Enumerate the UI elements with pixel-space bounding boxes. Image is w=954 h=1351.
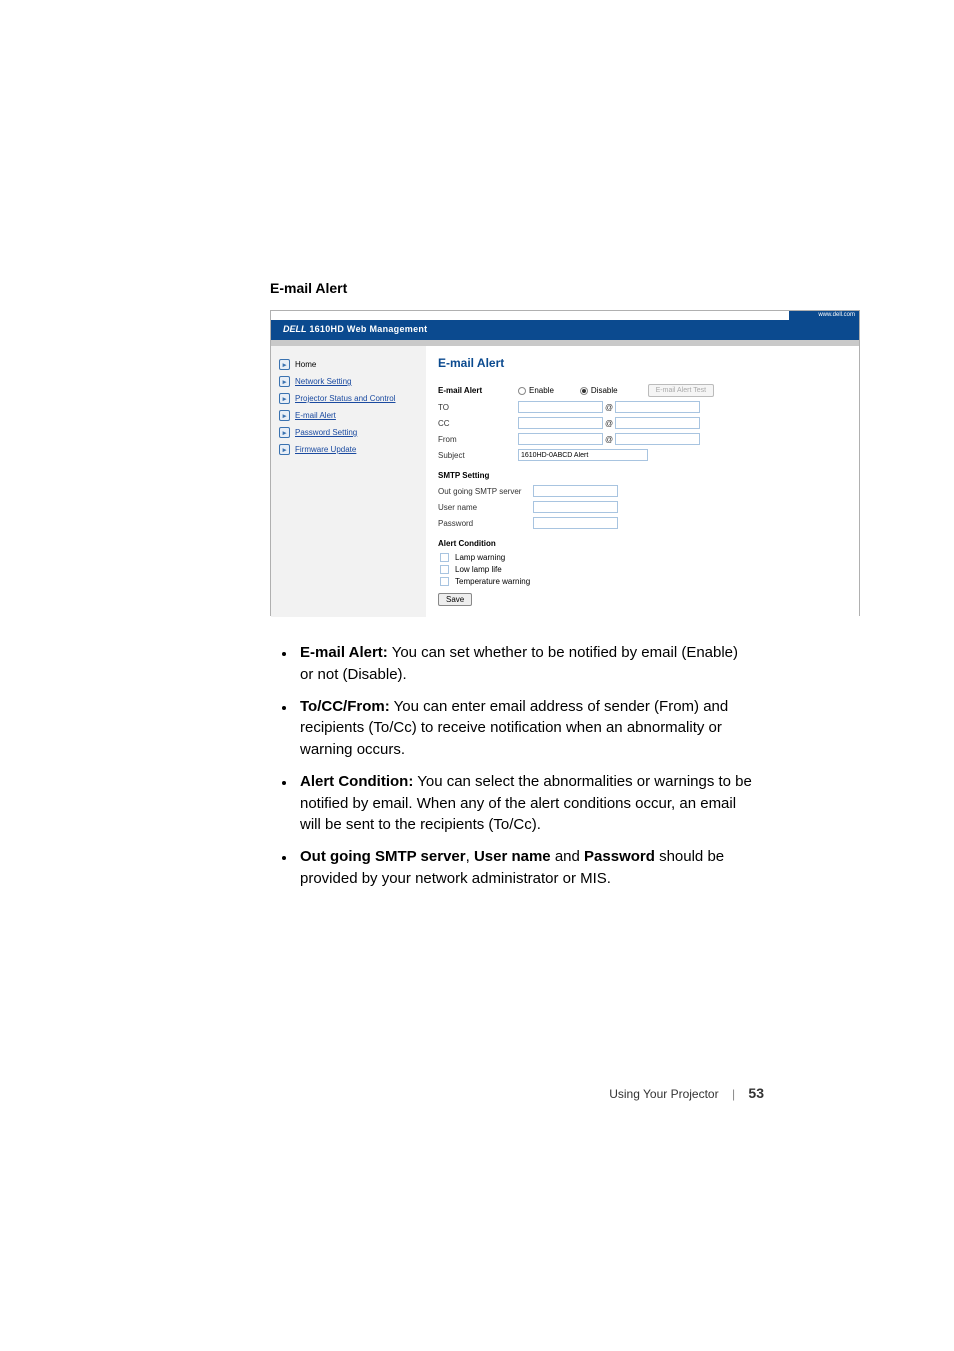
nav-password-setting[interactable]: ▸ Password Setting <box>277 424 420 441</box>
subject-label: Subject <box>438 451 518 460</box>
nav-label: Projector Status and Control <box>295 394 396 403</box>
from-label: From <box>438 435 518 444</box>
disable-label: Disable <box>591 386 618 395</box>
arrow-icon: ▸ <box>279 427 290 438</box>
to-local-input[interactable] <box>518 401 603 413</box>
nav-label: Password Setting <box>295 428 357 437</box>
footer-label: Using Your Projector <box>609 1087 718 1101</box>
header-bar: DELL 1610HD Web Management <box>271 320 859 340</box>
page-footer: Using Your Projector | 53 <box>609 1085 764 1101</box>
page-number: 53 <box>748 1085 764 1101</box>
lamp-warning-checkbox[interactable] <box>440 553 449 562</box>
bullet-bold: Out going SMTP server <box>300 848 466 865</box>
content-panel: E-mail Alert E-mail Alert Enable Disable <box>426 346 859 617</box>
bullet-item: Out going SMTP server, User name and Pas… <box>296 846 754 890</box>
smtp-server-input[interactable] <box>533 485 618 497</box>
bullet-bold: User name <box>474 848 551 865</box>
bullet-item: E-mail Alert: You can set whether to be … <box>296 642 754 686</box>
cc-local-input[interactable] <box>518 417 603 429</box>
arrow-icon: ▸ <box>279 376 290 387</box>
temperature-warning-checkbox[interactable] <box>440 577 449 586</box>
password-input[interactable] <box>533 517 618 529</box>
section-title: E-mail Alert <box>270 280 754 296</box>
alert-condition-heading: Alert Condition <box>438 539 847 548</box>
email-alert-label: E-mail Alert <box>438 386 518 395</box>
temperature-warning-label: Temperature warning <box>455 577 530 586</box>
arrow-icon: ▸ <box>279 410 290 421</box>
cc-domain-input[interactable] <box>615 417 700 429</box>
to-domain-input[interactable] <box>615 401 700 413</box>
password-label: Password <box>438 519 533 528</box>
bullet-text: and <box>551 848 584 865</box>
nav-home[interactable]: ▸ Home <box>277 356 420 373</box>
bullet-bold: To/CC/From: <box>300 698 390 715</box>
arrow-icon: ▸ <box>279 393 290 404</box>
username-input[interactable] <box>533 501 618 513</box>
at-symbol: @ <box>605 403 613 412</box>
bullet-bold: Password <box>584 848 655 865</box>
nav-label: Firmware Update <box>295 445 356 454</box>
disable-radio[interactable]: Disable <box>580 386 618 395</box>
nav-label: Home <box>295 360 316 369</box>
arrow-icon: ▸ <box>279 444 290 455</box>
nav-label: E-mail Alert <box>295 411 336 420</box>
username-label: User name <box>438 503 533 512</box>
arrow-icon: ▸ <box>279 359 290 370</box>
bullet-text: , <box>466 848 474 865</box>
from-local-input[interactable] <box>518 433 603 445</box>
screenshot-panel: www.dell.com DELL 1610HD Web Management … <box>270 310 860 616</box>
nav-network-setting[interactable]: ▸ Network Setting <box>277 373 420 390</box>
enable-radio[interactable]: Enable <box>518 386 554 395</box>
bullet-list: E-mail Alert: You can set whether to be … <box>296 642 754 890</box>
footer-separator: | <box>732 1087 735 1101</box>
bullet-bold: E-mail Alert: <box>300 644 388 661</box>
sidebar: ▸ Home ▸ Network Setting ▸ Projector Sta… <box>271 346 426 617</box>
lamp-warning-label: Lamp warning <box>455 553 505 562</box>
email-alert-test-button[interactable]: E-mail Alert Test <box>648 384 714 397</box>
nav-firmware-update[interactable]: ▸ Firmware Update <box>277 441 420 458</box>
dell-logo: DELL <box>283 324 307 334</box>
bullet-item: Alert Condition: You can select the abno… <box>296 771 754 836</box>
cc-label: CC <box>438 419 518 428</box>
radio-icon <box>518 387 526 395</box>
at-symbol: @ <box>605 435 613 444</box>
smtp-server-label: Out going SMTP server <box>438 487 533 496</box>
bullet-bold: Alert Condition: <box>300 773 413 790</box>
header-product: 1610HD Web Management <box>309 324 427 334</box>
top-link: www.dell.com <box>789 311 859 320</box>
low-lamp-life-label: Low lamp life <box>455 565 502 574</box>
from-domain-input[interactable] <box>615 433 700 445</box>
enable-label: Enable <box>529 386 554 395</box>
nav-email-alert[interactable]: ▸ E-mail Alert <box>277 407 420 424</box>
bullet-item: To/CC/From: You can enter email address … <box>296 696 754 761</box>
at-symbol: @ <box>605 419 613 428</box>
smtp-setting-heading: SMTP Setting <box>438 471 847 480</box>
low-lamp-life-checkbox[interactable] <box>440 565 449 574</box>
content-title: E-mail Alert <box>438 356 847 370</box>
radio-icon <box>580 387 588 395</box>
nav-projector-status[interactable]: ▸ Projector Status and Control <box>277 390 420 407</box>
nav-label: Network Setting <box>295 377 351 386</box>
save-button[interactable]: Save <box>438 593 472 606</box>
to-label: TO <box>438 403 518 412</box>
subject-input[interactable] <box>518 449 648 461</box>
